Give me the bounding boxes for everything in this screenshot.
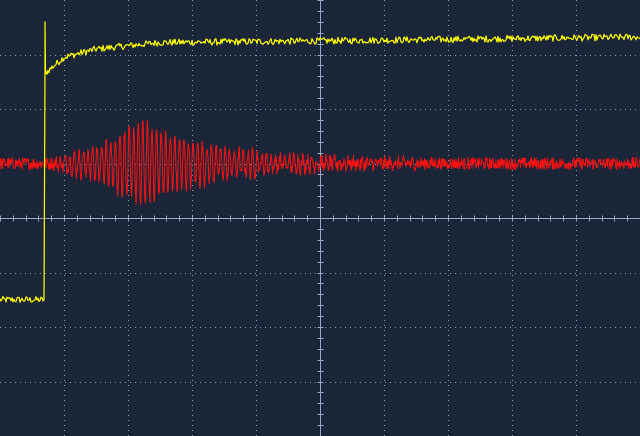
waveform-plot [0,0,640,436]
oscilloscope-screen [0,0,640,436]
graticule [0,0,640,436]
